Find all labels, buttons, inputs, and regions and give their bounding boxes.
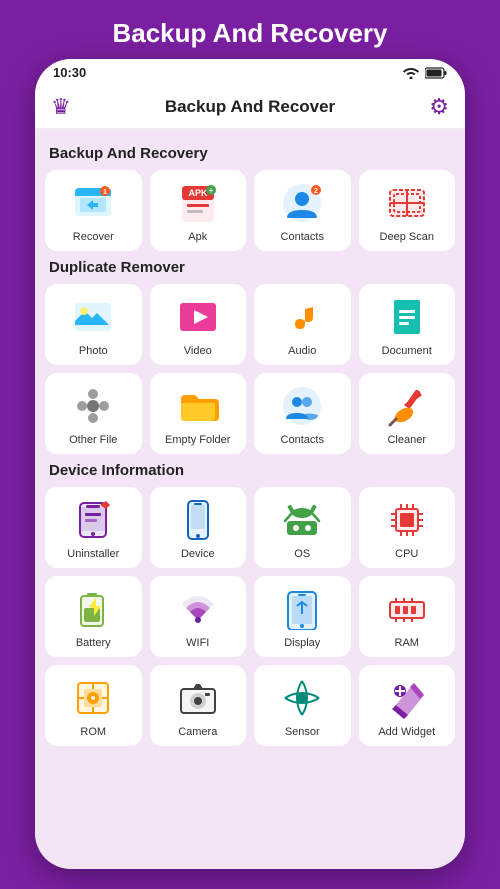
- contacts2-label: Contacts: [281, 434, 324, 446]
- cpu-icon: [384, 497, 430, 543]
- recover-icon: 1: [70, 180, 116, 226]
- uninstaller-label: Uninstaller: [67, 548, 119, 560]
- contacts-icon: 2: [279, 180, 325, 226]
- backup-grid: 1 Recover APK + Apk: [45, 170, 455, 251]
- svg-text:+: +: [208, 186, 213, 195]
- document-icon: [384, 294, 430, 340]
- phone-frame: 10:30 ♛ Backup And Recover ⚙ Backup And …: [35, 59, 465, 869]
- photo-label: Photo: [79, 345, 108, 357]
- otherfile-icon: [70, 383, 116, 429]
- svg-text:APK: APK: [188, 188, 208, 198]
- apk-icon: APK +: [175, 180, 221, 226]
- battery-status-icon: [425, 67, 447, 79]
- wifi-icon: [175, 586, 221, 632]
- device-grid: Uninstaller Device: [45, 487, 455, 746]
- document-label: Document: [382, 345, 432, 357]
- emptyfolder-label: Empty Folder: [165, 434, 230, 446]
- cleaner-icon: [384, 383, 430, 429]
- cpu-label: CPU: [395, 548, 418, 560]
- display-icon: [279, 586, 325, 632]
- video-item[interactable]: Video: [150, 284, 247, 365]
- deepscan-item[interactable]: Deep Scan: [359, 170, 456, 251]
- os-item[interactable]: OS: [254, 487, 351, 568]
- rom-label: ROM: [80, 726, 106, 738]
- deepscan-icon: [384, 180, 430, 226]
- sensor-item[interactable]: Sensor: [254, 665, 351, 746]
- battery-label: Battery: [76, 637, 111, 649]
- contacts-item[interactable]: 2 Contacts: [254, 170, 351, 251]
- os-label: OS: [294, 548, 310, 560]
- contacts2-item[interactable]: Contacts: [254, 373, 351, 454]
- cleaner-item[interactable]: Cleaner: [359, 373, 456, 454]
- emptyfolder-icon: [175, 383, 221, 429]
- device-icon: [175, 497, 221, 543]
- audio-label: Audio: [288, 345, 316, 357]
- topbar-title: Backup And Recover: [81, 97, 420, 117]
- deepscan-label: Deep Scan: [380, 231, 434, 243]
- section-duplicate-title: Duplicate Remover: [49, 259, 455, 276]
- uninstaller-item[interactable]: Uninstaller: [45, 487, 142, 568]
- wifi-item[interactable]: WIFI: [150, 576, 247, 657]
- status-time: 10:30: [53, 65, 86, 80]
- crown-icon: ♛: [51, 94, 71, 120]
- contacts2-icon: [279, 383, 325, 429]
- photo-icon: [70, 294, 116, 340]
- camera-icon: [175, 675, 221, 721]
- ram-label: RAM: [395, 637, 419, 649]
- camera-label: Camera: [178, 726, 217, 738]
- sensor-icon: [279, 675, 325, 721]
- battery-item[interactable]: Battery: [45, 576, 142, 657]
- wifi-status-icon: [403, 67, 419, 79]
- wifi-label: WIFI: [186, 637, 209, 649]
- page-title: Backup And Recovery: [112, 0, 387, 59]
- camera-item[interactable]: Camera: [150, 665, 247, 746]
- battery-icon: [70, 586, 116, 632]
- addwidget-item[interactable]: Add Widget: [359, 665, 456, 746]
- addwidget-icon: [384, 675, 430, 721]
- status-bar: 10:30: [35, 59, 465, 86]
- document-item[interactable]: Document: [359, 284, 456, 365]
- apk-label: Apk: [188, 231, 207, 243]
- photo-item[interactable]: Photo: [45, 284, 142, 365]
- settings-icon[interactable]: ⚙: [429, 94, 449, 120]
- cpu-item[interactable]: CPU: [359, 487, 456, 568]
- otherfile-item[interactable]: Other File: [45, 373, 142, 454]
- device-label: Device: [181, 548, 215, 560]
- audio-item[interactable]: Audio: [254, 284, 351, 365]
- apk-item[interactable]: APK + Apk: [150, 170, 247, 251]
- top-bar: ♛ Backup And Recover ⚙: [35, 86, 465, 129]
- ram-icon: [384, 586, 430, 632]
- display-item[interactable]: Display: [254, 576, 351, 657]
- device-item[interactable]: Device: [150, 487, 247, 568]
- video-icon: [175, 294, 221, 340]
- emptyfolder-item[interactable]: Empty Folder: [150, 373, 247, 454]
- rom-icon: [70, 675, 116, 721]
- status-icons: [403, 67, 447, 79]
- section-device-title: Device Information: [49, 462, 455, 479]
- content-area: Backup And Recovery 1 Recover: [35, 129, 465, 869]
- otherfile-label: Other File: [69, 434, 117, 446]
- os-icon: [279, 497, 325, 543]
- uninstaller-icon: [70, 497, 116, 543]
- recover-item[interactable]: 1 Recover: [45, 170, 142, 251]
- addwidget-label: Add Widget: [378, 726, 435, 738]
- video-label: Video: [184, 345, 212, 357]
- recover-label: Recover: [73, 231, 114, 243]
- svg-text:2: 2: [314, 188, 318, 195]
- sensor-label: Sensor: [285, 726, 320, 738]
- duplicate-grid: Photo Video Audio: [45, 284, 455, 454]
- ram-item[interactable]: RAM: [359, 576, 456, 657]
- contacts-label: Contacts: [281, 231, 324, 243]
- svg-text:1: 1: [103, 189, 107, 196]
- cleaner-label: Cleaner: [387, 434, 426, 446]
- audio-icon: [279, 294, 325, 340]
- display-label: Display: [284, 637, 320, 649]
- section-backup-title: Backup And Recovery: [49, 145, 455, 162]
- rom-item[interactable]: ROM: [45, 665, 142, 746]
